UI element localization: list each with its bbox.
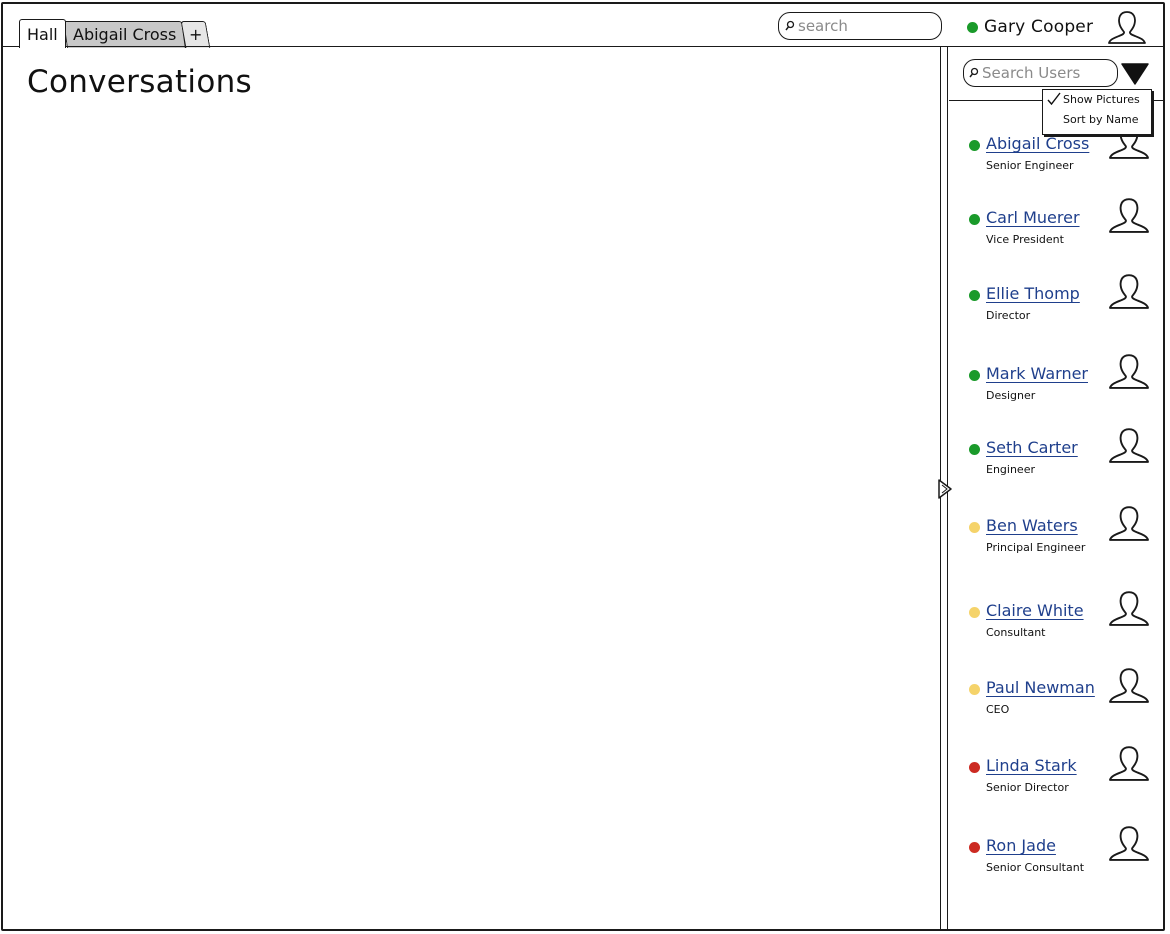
global-search-input[interactable] [798, 17, 933, 35]
user-name-link[interactable]: Abigail Cross [986, 134, 1089, 153]
menu-item-show-pictures[interactable]: Show Pictures [1043, 90, 1151, 110]
user-role: Engineer [986, 463, 1035, 476]
user-name-link[interactable]: Ben Waters [986, 516, 1078, 535]
user-list-item[interactable]: Mark Warner Designer [949, 354, 1165, 427]
status-indicator-away [969, 684, 980, 695]
user-name-link[interactable]: Claire White [986, 601, 1084, 620]
user-avatar-icon[interactable] [1107, 426, 1151, 464]
status-indicator-online [969, 444, 980, 455]
search-icon [969, 67, 979, 78]
checkmark-icon [1047, 92, 1061, 106]
status-indicator-busy [969, 842, 980, 853]
user-avatar-icon[interactable] [1107, 589, 1151, 627]
user-avatar-icon[interactable] [1107, 272, 1151, 310]
user-name-link[interactable]: Paul Newman [986, 678, 1095, 697]
user-name-link[interactable]: Carl Muerer [986, 208, 1080, 227]
tab-bar: Hall Abigail Cross + [19, 18, 211, 48]
user-list-item[interactable]: Ellie Thomp Director [949, 274, 1165, 347]
tab-hall[interactable]: Hall [19, 19, 66, 48]
user-list-item[interactable]: Ben Waters Principal Engineer [949, 506, 1165, 579]
tab-label: Abigail Cross [72, 25, 177, 44]
user-role: Designer [986, 389, 1036, 402]
user-list-item[interactable]: Paul Newman CEO [949, 668, 1165, 741]
user-avatar-icon[interactable] [1107, 504, 1151, 542]
user-avatar-icon[interactable] [1107, 824, 1151, 862]
current-user-name: Gary Cooper [984, 17, 1094, 37]
status-indicator-online [967, 21, 978, 33]
status-indicator-online [969, 290, 980, 301]
status-indicator-online [969, 140, 980, 151]
user-list-item[interactable]: Carl Muerer Vice President [949, 198, 1165, 271]
tab-abigail-cross[interactable]: Abigail Cross [62, 21, 186, 48]
user-name-link[interactable]: Linda Stark [986, 756, 1077, 775]
user-list-item[interactable]: Seth Carter Engineer [949, 428, 1165, 501]
user-list-item[interactable]: Claire White Consultant [949, 591, 1165, 664]
page-title: Conversations [27, 64, 253, 100]
options-menu: Show Pictures Sort by Name [1042, 89, 1152, 135]
user-search-input[interactable] [982, 64, 1112, 82]
user-avatar-icon[interactable] [1107, 352, 1151, 390]
current-user[interactable]: Gary Cooper [967, 11, 1146, 44]
status-indicator-online [969, 214, 980, 225]
menu-item-sort-by-name[interactable]: Sort by Name [1043, 110, 1151, 130]
user-role: Senior Consultant [986, 861, 1085, 874]
status-indicator-online [969, 370, 980, 381]
user-name-link[interactable]: Ron Jade [986, 836, 1056, 855]
user-role: Senior Director [986, 781, 1069, 794]
user-name-link[interactable]: Ellie Thomp [986, 284, 1080, 303]
global-search[interactable] [778, 12, 942, 40]
user-avatar-icon[interactable] [1107, 666, 1151, 704]
user-role: Director [986, 309, 1031, 322]
user-role: Consultant [986, 626, 1046, 639]
user-role: Principal Engineer [986, 541, 1086, 554]
search-icon [785, 20, 795, 31]
user-role: Senior Engineer [986, 159, 1074, 172]
user-list-item[interactable]: Ron Jade Senior Consultant [949, 826, 1165, 899]
user-avatar-icon[interactable] [1107, 9, 1147, 45]
user-role: CEO [986, 703, 1010, 716]
app-window: Hall Abigail Cross + Gary Cooper Convers… [1, 2, 1165, 931]
users-sidebar: Show Pictures Sort by Name Abigail Cross… [949, 47, 1165, 931]
user-list-item[interactable]: Linda Stark Senior Director [949, 746, 1165, 819]
user-list-item[interactable]: Abigail Cross Senior Engineer [949, 124, 1165, 197]
menu-item-label: Sort by Name [1063, 113, 1139, 126]
status-indicator-busy [969, 762, 980, 773]
status-indicator-away [969, 522, 980, 533]
menu-item-label: Show Pictures [1063, 93, 1140, 106]
new-tab-button[interactable]: + [180, 21, 211, 48]
user-avatar-icon[interactable] [1107, 744, 1151, 782]
user-role: Vice President [986, 233, 1064, 246]
triangle-down-icon[interactable] [1120, 61, 1150, 87]
user-search[interactable] [963, 59, 1118, 87]
plus-icon: + [189, 25, 203, 44]
user-name-link[interactable]: Seth Carter [986, 438, 1078, 457]
user-avatar-icon[interactable] [1107, 196, 1151, 234]
user-name-link[interactable]: Mark Warner [986, 364, 1088, 383]
status-indicator-away [969, 607, 980, 618]
